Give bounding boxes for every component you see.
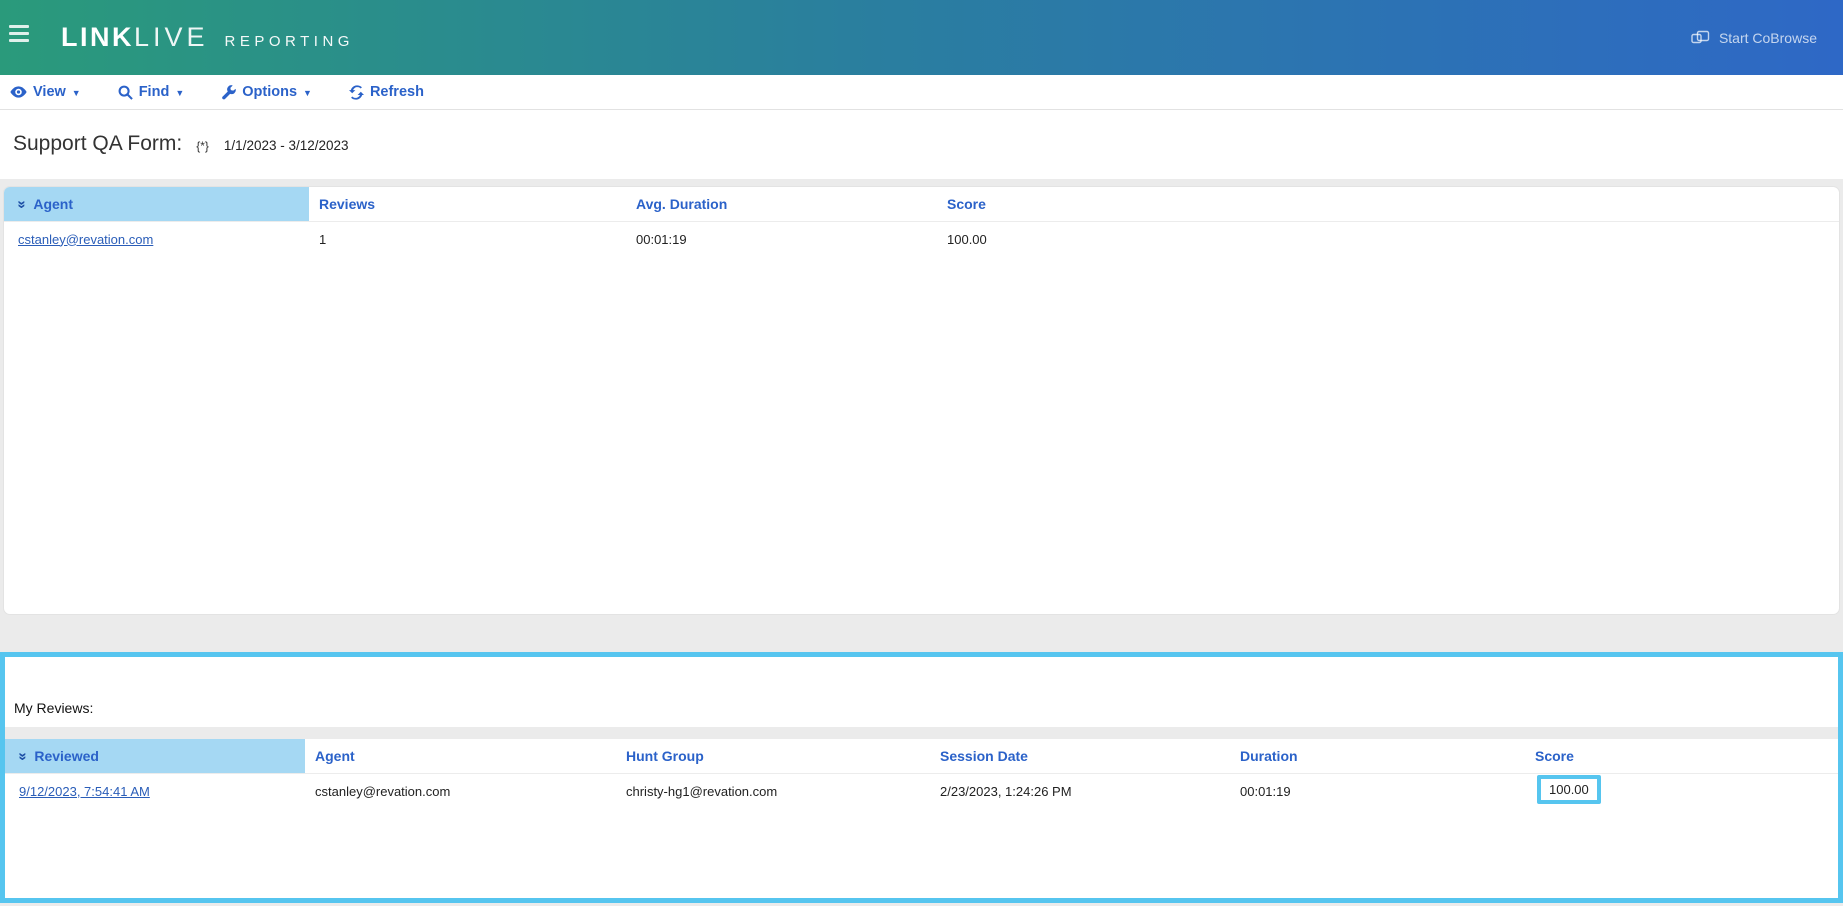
logo-brand-light: LIVE bbox=[134, 22, 209, 53]
selected-score-value[interactable]: 100.00 bbox=[1537, 775, 1601, 804]
chevron-down-icon: ▼ bbox=[175, 89, 184, 98]
cobrowse-screens-icon bbox=[1691, 30, 1710, 45]
reviews-cell: 1 bbox=[309, 222, 626, 256]
agent-link[interactable]: cstanley@revation.com bbox=[18, 232, 153, 247]
refresh-button[interactable]: Refresh bbox=[349, 84, 424, 100]
column-header-session-date[interactable]: Session Date bbox=[930, 739, 1230, 773]
start-cobrowse-button[interactable]: Start CoBrowse bbox=[1691, 30, 1817, 46]
logo-product: REPORTING bbox=[225, 33, 354, 50]
options-label: Options bbox=[242, 84, 297, 100]
chevron-down-icon: ▼ bbox=[303, 89, 312, 98]
options-menu-button[interactable]: Options ▼ bbox=[221, 84, 312, 100]
panel-divider bbox=[5, 727, 1838, 739]
refresh-label: Refresh bbox=[370, 84, 424, 100]
report-title-row: Support QA Form: {*} 1/1/2023 - 3/12/202… bbox=[0, 110, 1843, 179]
score-cell: 100.00 bbox=[1525, 774, 1838, 808]
sort-descending-icon: » bbox=[16, 752, 31, 760]
column-header-hunt-group[interactable]: Hunt Group bbox=[616, 739, 930, 773]
column-header-score[interactable]: Score bbox=[937, 187, 1839, 221]
find-menu-button[interactable]: Find ▼ bbox=[118, 84, 185, 100]
chevron-down-icon: ▼ bbox=[72, 89, 81, 98]
column-header-avg-duration[interactable]: Avg. Duration bbox=[626, 187, 937, 221]
search-icon bbox=[118, 85, 133, 100]
avg-duration-cell: 00:01:19 bbox=[626, 222, 937, 256]
date-range: 1/1/2023 - 3/12/2023 bbox=[224, 138, 349, 153]
agents-table-header: » Agent Reviews Avg. Duration Score bbox=[4, 187, 1839, 222]
app-logo: LINKLIVE REPORTING bbox=[61, 22, 354, 53]
refresh-icon bbox=[349, 85, 364, 100]
column-header-score[interactable]: Score bbox=[1525, 739, 1838, 773]
agents-table: » Agent Reviews Avg. Duration Score csta… bbox=[4, 187, 1839, 614]
column-header-reviewed[interactable]: » Reviewed bbox=[5, 739, 305, 773]
hamburger-menu-icon[interactable] bbox=[9, 25, 31, 42]
view-menu-button[interactable]: View ▼ bbox=[10, 84, 81, 100]
table-row[interactable]: cstanley@revation.com 1 00:01:19 100.00 bbox=[4, 222, 1839, 256]
duration-cell: 00:01:19 bbox=[1230, 774, 1525, 808]
column-header-duration[interactable]: Duration bbox=[1230, 739, 1525, 773]
column-header-agent[interactable]: » Agent bbox=[4, 187, 309, 221]
reviewed-link[interactable]: 9/12/2023, 7:54:41 AM bbox=[19, 784, 150, 799]
my-reviews-table-header: » Reviewed Agent Hunt Group Session Date… bbox=[5, 739, 1838, 774]
page-title: Support QA Form: bbox=[13, 132, 182, 156]
table-row[interactable]: 9/12/2023, 7:54:41 AM cstanley@revation.… bbox=[5, 774, 1838, 808]
app-header: LINKLIVE REPORTING Start CoBrowse bbox=[0, 0, 1843, 75]
session-date-cell: 2/23/2023, 1:24:26 PM bbox=[930, 774, 1230, 808]
cobrowse-label: Start CoBrowse bbox=[1719, 30, 1817, 46]
logo-brand-bold: LINK bbox=[61, 22, 134, 53]
view-label: View bbox=[33, 84, 66, 100]
eye-icon bbox=[10, 86, 27, 98]
find-label: Find bbox=[139, 84, 170, 100]
my-reviews-panel: My Reviews: » Reviewed Agent Hunt Group … bbox=[0, 652, 1843, 903]
agent-cell: cstanley@revation.com bbox=[4, 222, 309, 256]
filter-token: {*} bbox=[196, 139, 209, 153]
reviewed-cell: 9/12/2023, 7:54:41 AM bbox=[5, 774, 305, 808]
page-body: » Agent Reviews Avg. Duration Score csta… bbox=[0, 179, 1843, 906]
hunt-group-cell: christy-hg1@revation.com bbox=[616, 774, 930, 808]
score-cell: 100.00 bbox=[937, 222, 1839, 256]
wrench-icon bbox=[221, 85, 236, 100]
column-header-agent[interactable]: Agent bbox=[305, 739, 616, 773]
toolbar: View ▼ Find ▼ Options ▼ Refresh bbox=[0, 75, 1843, 110]
agent-cell: cstanley@revation.com bbox=[305, 774, 616, 808]
column-header-reviews[interactable]: Reviews bbox=[309, 187, 626, 221]
my-reviews-label: My Reviews: bbox=[14, 700, 1838, 716]
sort-descending-icon: » bbox=[15, 200, 30, 208]
